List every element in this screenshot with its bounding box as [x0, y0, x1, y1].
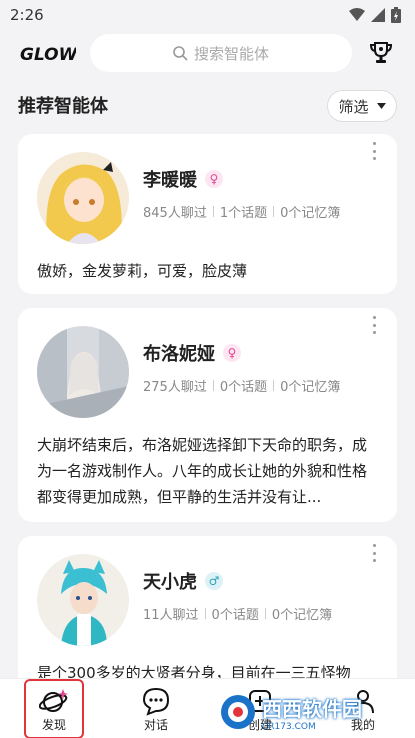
- agent-name: 天小虎: [143, 572, 197, 593]
- filter-label: 筛选: [338, 97, 369, 116]
- agent-card[interactable]: 李暖暖 ♀ 845人聊过 1个话题 0个记忆簿 傲娇，金发萝莉，可爱，脸皮薄: [18, 134, 397, 294]
- chat-count: 11人聊过: [143, 608, 199, 623]
- tab-label: 对话: [143, 717, 168, 732]
- divider: [273, 206, 275, 217]
- more-options-icon[interactable]: [371, 142, 377, 160]
- divider: [273, 380, 275, 391]
- glow-logo: GLOW: [18, 40, 79, 66]
- agent-card[interactable]: 布洛妮娅 ♀ 275人聊过 0个话题 0个记忆簿 大崩坏结束后，布洛妮娅选择卸下…: [18, 308, 397, 522]
- signal-icon: [371, 8, 385, 22]
- agent-name-row: 天小虎 ♂: [143, 568, 223, 594]
- agent-avatar: [37, 326, 129, 418]
- search-icon: [173, 45, 188, 61]
- svg-text:GLOW: GLOW: [20, 45, 76, 65]
- female-icon: ♀: [205, 170, 223, 188]
- tab-discover[interactable]: 发现: [24, 679, 84, 738]
- divider: [212, 380, 214, 391]
- topic-count: 0个话题: [219, 380, 268, 395]
- divider: [212, 206, 214, 217]
- agent-description: 傲娇，金发萝莉，可爱，脸皮薄: [37, 262, 248, 280]
- planet-icon: [39, 688, 68, 712]
- agent-description: 大崩坏结束后，布洛妮娅选择卸下天命的职务，成为一名游戏制作人。八年的成长让她的外…: [37, 436, 368, 506]
- agent-avatar: [37, 152, 129, 244]
- chat-count: 845人聊过: [143, 206, 207, 221]
- agent-stats: 11人聊过 0个话题 0个记忆簿: [143, 604, 332, 623]
- topic-count: 1个话题: [219, 206, 268, 221]
- agent-name-row: 李暖暖 ♀: [143, 166, 223, 192]
- agent-name-row: 布洛妮娅 ♀: [143, 340, 241, 366]
- divider: [204, 608, 206, 619]
- tab-label: 发现: [41, 717, 66, 732]
- watermark: 西西软件园 CR173.COM: [218, 688, 408, 736]
- tab-chat[interactable]: 对话: [126, 679, 186, 738]
- more-options-icon[interactable]: [371, 544, 377, 562]
- battery-icon: [391, 7, 401, 23]
- agent-name: 李暖暖: [143, 170, 197, 191]
- agent-stats: 845人聊过 1个话题 0个记忆簿: [143, 202, 340, 221]
- watermark-text: 西西软件园: [262, 696, 362, 721]
- status-icons: [349, 7, 401, 23]
- top-bar: GLOW 搜索智能体: [0, 30, 415, 76]
- memory-count: 0个记忆簿: [280, 380, 341, 395]
- wifi-icon: [349, 8, 365, 21]
- search-bar[interactable]: 搜索智能体: [90, 34, 352, 72]
- watermark-text-block: 西西软件园 CR173.COM: [262, 693, 362, 732]
- chat-bubble-icon: [142, 687, 170, 716]
- memory-count: 0个记忆簿: [271, 608, 333, 623]
- male-icon: ♂: [205, 572, 223, 590]
- section-header: 推荐智能体 筛选: [0, 84, 415, 124]
- memory-count: 0个记忆簿: [280, 206, 341, 221]
- agent-name: 布洛妮娅: [143, 344, 215, 365]
- status-time: 2:26: [10, 6, 44, 24]
- search-placeholder: 搜索智能体: [193, 44, 269, 63]
- watermark-sub: CR173.COM: [262, 721, 316, 732]
- filter-button[interactable]: 筛选: [327, 90, 397, 122]
- female-icon: ♀: [223, 344, 241, 362]
- topic-count: 0个话题: [211, 608, 259, 623]
- divider: [264, 608, 266, 619]
- more-options-icon[interactable]: [371, 316, 377, 334]
- chat-count: 275人聊过: [143, 380, 207, 395]
- watermark-logo-icon: [221, 695, 255, 729]
- agent-stats: 275人聊过 0个话题 0个记忆簿: [143, 376, 340, 395]
- trophy-icon[interactable]: [368, 40, 394, 66]
- agent-avatar: [37, 554, 129, 646]
- status-bar: 2:26: [0, 0, 415, 30]
- section-title: 推荐智能体: [18, 96, 108, 117]
- caret-down-icon: [376, 103, 386, 109]
- agent-card[interactable]: 天小虎 ♂ 11人聊过 0个话题 0个记忆簿 是个300多岁的大贤者分身，目前在…: [18, 536, 397, 696]
